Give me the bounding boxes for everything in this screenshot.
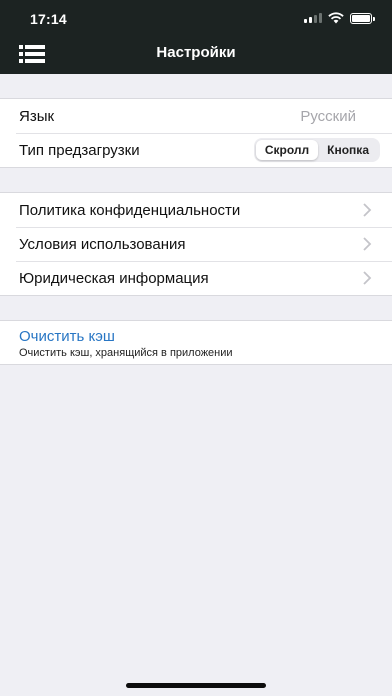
chevron-right-icon	[363, 237, 372, 251]
preload-type-label: Тип предзагрузки	[19, 141, 140, 159]
cellular-signal-icon	[304, 13, 322, 23]
language-value: Русский	[300, 107, 356, 125]
status-icons	[304, 12, 375, 24]
legal-info-label: Юридическая информация	[19, 269, 209, 287]
privacy-policy-label: Политика конфиденциальности	[19, 201, 241, 219]
navigation-bar: Настройки	[0, 34, 392, 74]
legal-info-row[interactable]: Юридическая информация	[0, 261, 392, 295]
clear-cache-row[interactable]: Очистить кэш Очистить кэш, хранящийся в …	[0, 320, 392, 365]
battery-icon	[350, 12, 375, 24]
terms-of-use-row[interactable]: Условия использования	[0, 227, 392, 261]
privacy-policy-row[interactable]: Политика конфиденциальности	[0, 193, 392, 227]
status-time: 17:14	[30, 11, 67, 27]
chevron-right-icon	[363, 271, 372, 285]
top-bar: 17:14 Настройки	[0, 0, 392, 74]
wifi-icon	[328, 12, 344, 24]
segment-button[interactable]: Кнопка	[318, 140, 378, 160]
settings-group-preferences: Язык Русский Тип предзагрузки Скролл Кно…	[0, 98, 392, 168]
clear-cache-title[interactable]: Очистить кэш	[19, 328, 373, 345]
terms-of-use-label: Условия использования	[19, 235, 186, 253]
home-indicator	[126, 683, 266, 688]
clear-cache-subtitle: Очистить кэш, хранящийся в приложении	[19, 347, 233, 359]
language-row[interactable]: Язык Русский	[0, 99, 392, 133]
preload-type-row: Тип предзагрузки Скролл Кнопка	[0, 133, 392, 167]
status-bar: 17:14	[0, 0, 392, 34]
segment-scroll[interactable]: Скролл	[255, 140, 319, 160]
page-title: Настройки	[156, 44, 236, 61]
preload-type-segmented-control[interactable]: Скролл Кнопка	[253, 138, 380, 162]
chevron-right-icon	[363, 203, 372, 217]
language-label: Язык	[19, 107, 55, 125]
settings-group-legal: Политика конфиденциальности Условия испо…	[0, 192, 392, 296]
